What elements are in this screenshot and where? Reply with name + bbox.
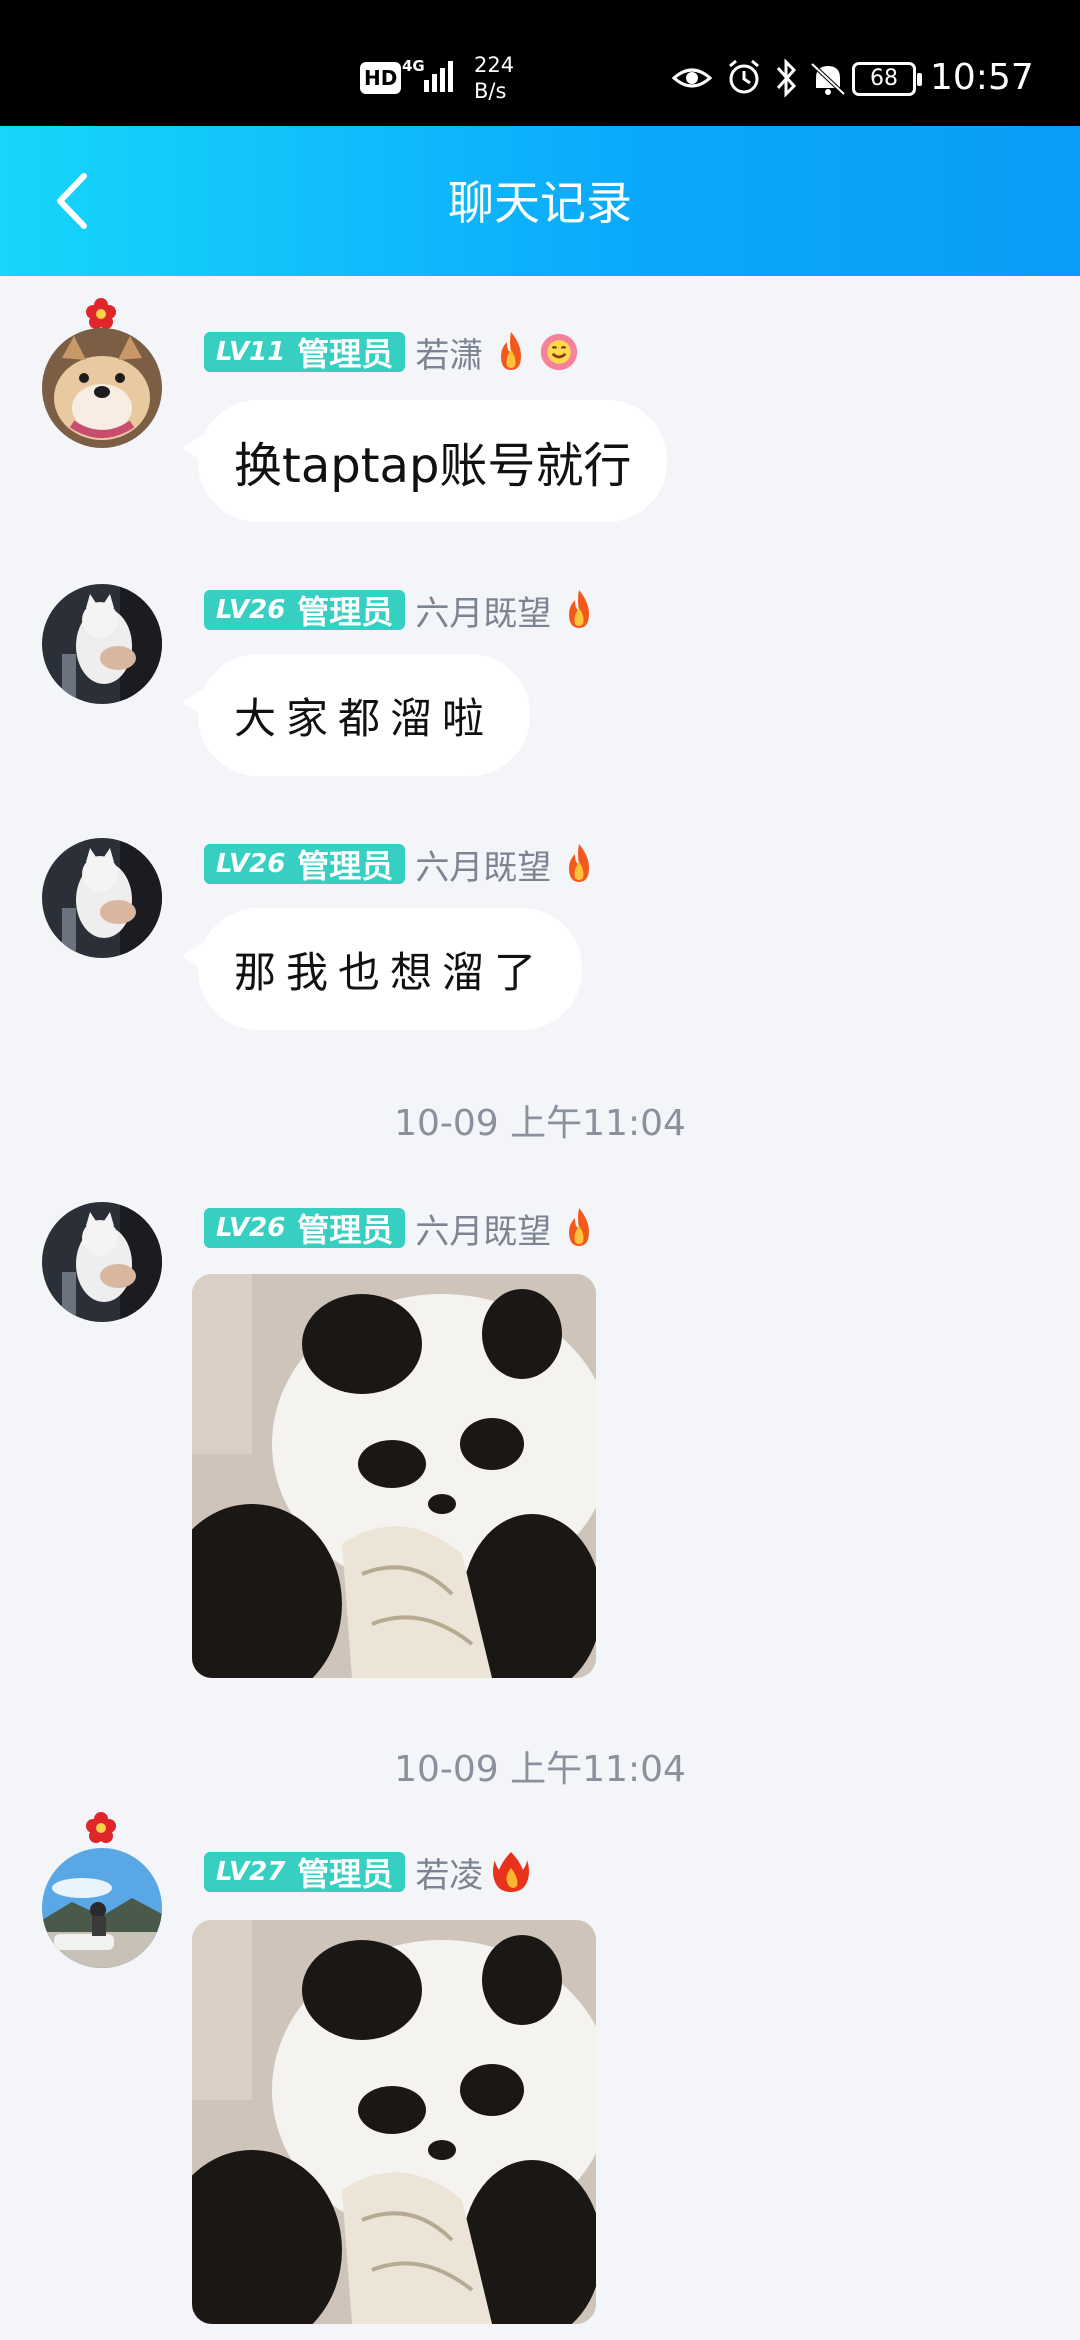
- sender-name[interactable]: 六月既望: [415, 840, 551, 889]
- fire-icon: [569, 844, 590, 882]
- message-item: LV27 管理员 若凌: [0, 1810, 1080, 2340]
- role-label: 管理员: [297, 1211, 394, 1249]
- message-bubble[interactable]: 那我也想溜了: [181, 908, 583, 1030]
- cat-avatar-icon: [42, 838, 162, 958]
- role-label: 管理员: [297, 593, 394, 631]
- message-meta: LV27 管理员 若凌: [204, 1848, 531, 1897]
- role-label: 管理员: [297, 847, 394, 885]
- message-text: 大家都溜啦: [234, 693, 495, 743]
- avatar[interactable]: [42, 584, 162, 704]
- page-title: 聊天记录: [448, 176, 632, 230]
- image-message[interactable]: [192, 1920, 596, 2324]
- signal-icon: [424, 61, 453, 92]
- level-label: LV11: [216, 337, 286, 367]
- level-label: LV27: [216, 1857, 286, 1887]
- message-text: 换taptap账号就行: [234, 438, 632, 494]
- alarm-icon: [729, 59, 759, 94]
- level-label: LV26: [216, 1213, 286, 1243]
- hd-indicator: HD: [360, 62, 402, 94]
- flower-icon: [86, 298, 116, 329]
- landscape-avatar-icon: [42, 1848, 162, 1968]
- level-badge: LV26 管理员: [204, 844, 406, 885]
- level-label: LV26: [216, 849, 286, 879]
- title-bar: 聊天记录: [0, 126, 1080, 276]
- battery-icon: 68: [852, 62, 922, 96]
- panda-sticker-image: [192, 1920, 596, 2324]
- message-item: LV26 管理员 六月既望 大家都溜啦: [0, 584, 1080, 784]
- mute-bell-icon: [810, 62, 846, 96]
- flower-icon: [86, 1812, 116, 1843]
- message-bubble[interactable]: 大家都溜啦: [181, 654, 531, 776]
- avatar[interactable]: [42, 328, 162, 448]
- bluetooth-icon: [776, 58, 797, 98]
- message-item: LV11 管理员 若潇 换taptap账号就行: [0, 296, 1080, 536]
- eye-icon: [672, 68, 713, 88]
- fire-icon: [569, 1208, 590, 1246]
- timestamp: 10-09 上午11:04: [394, 1103, 686, 1144]
- message-meta: LV26 管理员 六月既望: [204, 1204, 599, 1253]
- avatar[interactable]: [42, 838, 162, 958]
- dog-avatar-icon: [42, 328, 162, 448]
- speed-value: 224: [474, 53, 515, 77]
- avatar[interactable]: [42, 1202, 162, 1322]
- fire-icon: [493, 1852, 530, 1892]
- level-badge: LV11 管理员: [204, 332, 406, 373]
- sender-name[interactable]: 六月既望: [415, 586, 551, 635]
- role-label: 管理员: [297, 1855, 394, 1893]
- sender-name[interactable]: 若凌: [415, 1848, 483, 1897]
- message-meta: LV11 管理员 若潇: [204, 328, 579, 377]
- cat-avatar-icon: [42, 584, 162, 704]
- sender-name[interactable]: 六月既望: [415, 1204, 551, 1253]
- level-badge: LV26 管理员: [204, 1208, 406, 1249]
- panda-sticker-image: [192, 1274, 596, 1678]
- battery-level: 68: [870, 66, 898, 91]
- level-badge: LV26 管理员: [204, 590, 406, 631]
- clock: 10:57: [930, 57, 1034, 98]
- cat-avatar-icon: [42, 1202, 162, 1322]
- message-item: LV26 管理员 六月既望: [0, 1202, 1080, 1682]
- speed-unit: B/s: [474, 79, 507, 103]
- flower-smile-icon: [541, 333, 578, 371]
- message-bubble[interactable]: 换taptap账号就行: [181, 400, 668, 522]
- avatar[interactable]: [42, 1848, 162, 1968]
- timestamp: 10-09 上午11:04: [394, 1749, 686, 1790]
- sender-name[interactable]: 若潇: [415, 328, 483, 377]
- role-label: 管理员: [297, 335, 394, 373]
- image-message[interactable]: [192, 1274, 596, 1678]
- message-meta: LV26 管理员 六月既望: [204, 840, 599, 889]
- fire-icon: [501, 332, 522, 370]
- status-bar: HD 4G 224 B/s 68 10:57: [0, 0, 1080, 126]
- message-item: LV26 管理员 六月既望 那我也想溜了: [0, 838, 1080, 1038]
- level-label: LV26: [216, 595, 286, 625]
- network-speed: 224 B/s: [474, 52, 514, 104]
- message-text: 那我也想溜了: [234, 947, 547, 997]
- level-badge: LV27 管理员: [204, 1852, 406, 1893]
- message-meta: LV26 管理员 六月既望: [204, 586, 599, 635]
- fire-icon: [569, 590, 590, 628]
